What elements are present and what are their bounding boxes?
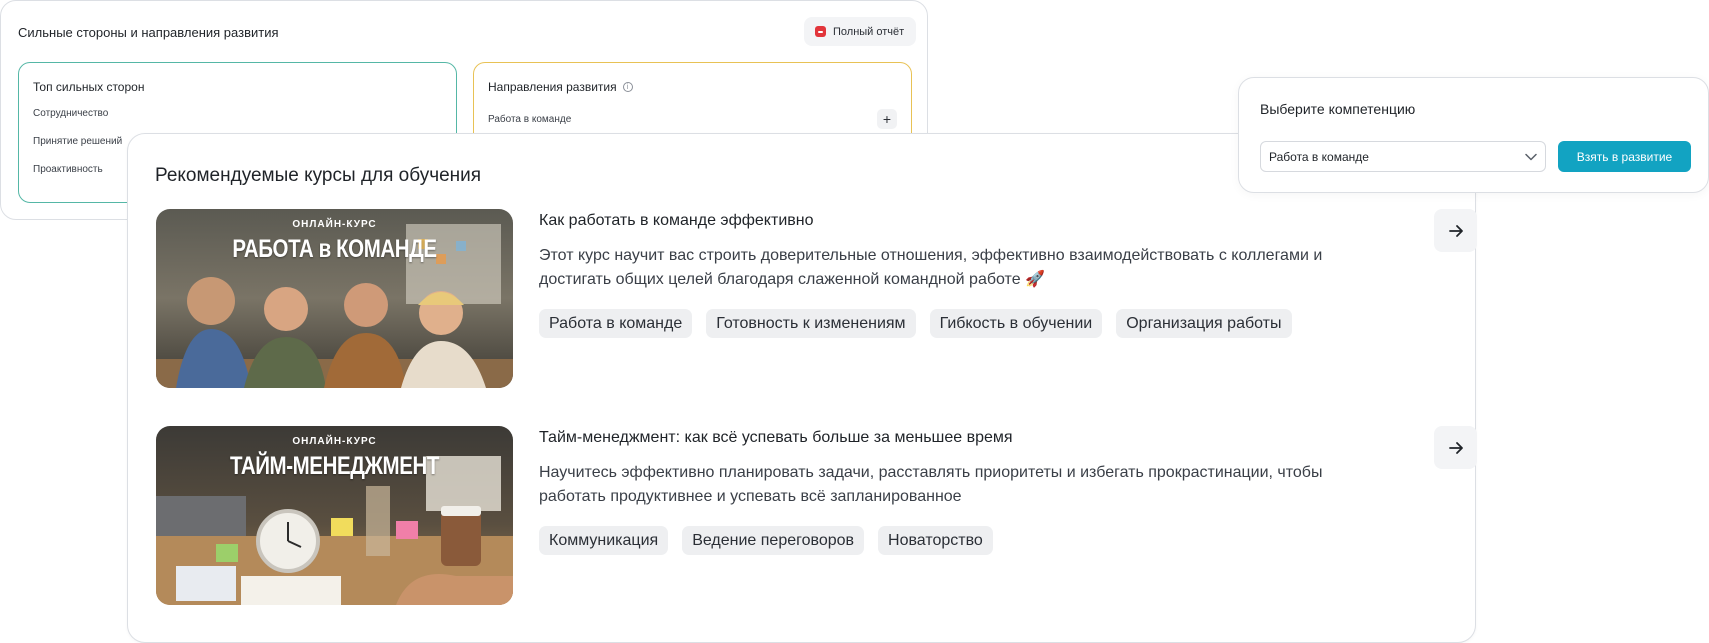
take-into-development-button[interactable]: Взять в развитие <box>1558 141 1691 172</box>
course-image-kicker: ОНЛАЙН-КУРС <box>292 436 377 447</box>
open-course-button[interactable] <box>1434 426 1477 469</box>
competence-select-value: Работа в команде <box>1269 149 1369 164</box>
full-report-label: Полный отчёт <box>833 25 905 38</box>
info-icon[interactable]: i <box>622 82 633 92</box>
tag[interactable]: Организация работы <box>1116 309 1292 338</box>
competence-select[interactable]: Работа в команде <box>1260 141 1546 172</box>
tag[interactable]: Ведение переговоров <box>682 526 865 555</box>
course-item: ОНЛАЙН-КУРС РАБОТА в КОМАНДЕ Как работат… <box>156 209 1477 389</box>
plus-icon: + <box>882 111 892 127</box>
tag[interactable]: Готовность к изменениям <box>706 309 916 338</box>
recommended-courses-card: Рекомендуемые курсы для обучения ОНЛАЙН-… <box>127 133 1477 643</box>
course-image-title: ТАЙМ-МЕНЕДЖМЕНТ <box>230 452 439 480</box>
course-image-time-management[interactable]: ОНЛАЙН-КУРС ТАЙМ-МЕНЕДЖМЕНТ <box>156 426 513 605</box>
tag[interactable]: Новаторство <box>878 526 993 555</box>
course-item: ОНЛАЙН-КУРС ТАЙМ-МЕНЕДЖМЕНТ Тайм-менеджм… <box>156 426 1477 606</box>
course-title[interactable]: Как работать в команде эффективно <box>539 212 813 230</box>
development-title: Направления развития <box>488 80 617 94</box>
course-image-title: РАБОТА в КОМАНДЕ <box>232 235 437 263</box>
course-tags: Работа в команде Готовность к изменениям… <box>539 309 1292 338</box>
tag[interactable]: Работа в команде <box>539 309 693 338</box>
recommended-courses-title: Рекомендуемые курсы для обучения <box>155 165 482 186</box>
tag[interactable]: Гибкость в обучении <box>929 309 1103 338</box>
strength-item: Проактивность <box>33 164 103 175</box>
development-item: Работа в команде <box>488 114 572 125</box>
competence-popover-title: Выберите компетенцию <box>1260 101 1416 117</box>
course-description: Этот курс научит вас строить доверительн… <box>539 247 1323 288</box>
chevron-down-icon <box>1525 153 1537 160</box>
course-tags: Коммуникация Ведение переговоров Новатор… <box>539 526 993 555</box>
course-image-kicker: ОНЛАЙН-КУРС <box>292 219 377 230</box>
course-title[interactable]: Тайм-менеджмент: как всё успевать больше… <box>539 429 1013 447</box>
full-report-button[interactable]: Полный отчёт <box>804 17 917 46</box>
tag[interactable]: Коммуникация <box>539 526 669 555</box>
course-description: Научитесь эффективно планировать задачи,… <box>539 464 1323 505</box>
arrow-right-icon <box>1448 441 1463 454</box>
top-strengths-title: Топ сильных сторон <box>33 80 145 94</box>
competence-popover: Выберите компетенцию Работа в команде Вз… <box>1238 77 1709 193</box>
arrow-right-icon <box>1448 224 1463 237</box>
strength-item: Принятие решений <box>33 136 123 147</box>
open-course-button[interactable] <box>1434 209 1477 252</box>
add-development-button[interactable]: + <box>877 109 897 129</box>
course-image-teamwork[interactable]: ОНЛАЙН-КУРС РАБОТА в КОМАНДЕ <box>156 209 513 388</box>
strength-item: Сотрудничество <box>33 108 109 119</box>
development-title-row: Направления развития i <box>488 80 633 94</box>
pdf-icon <box>815 26 826 37</box>
strengths-card-title: Сильные стороны и направления развития <box>18 25 279 40</box>
